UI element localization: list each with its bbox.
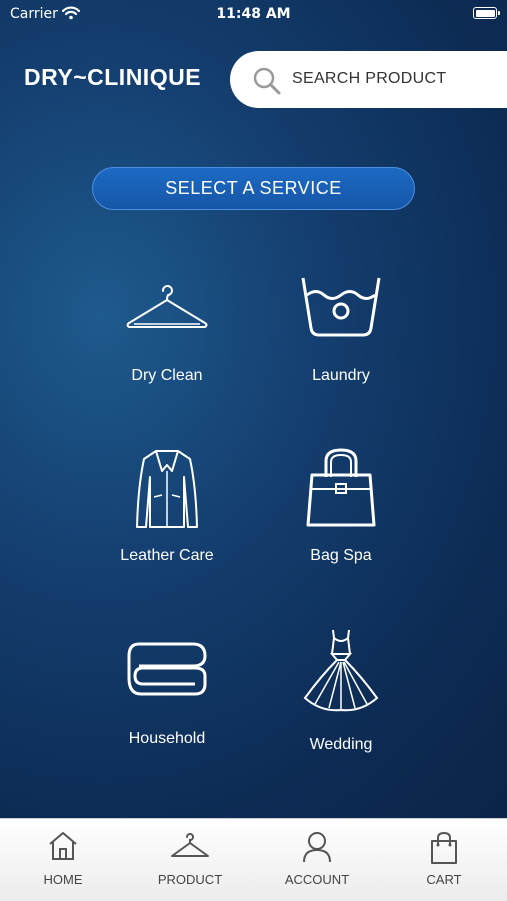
service-label: Wedding	[309, 736, 373, 753]
service-leather-care[interactable]: Leather Care	[92, 447, 242, 565]
shopping-bag-icon	[431, 831, 457, 864]
tab-label: HOME	[43, 872, 83, 887]
service-label: Dry Clean	[131, 367, 203, 384]
leather-jacket-icon	[136, 450, 198, 528]
service-bag-spa[interactable]: Bag Spa	[266, 447, 416, 565]
service-wedding[interactable]: Wedding	[266, 628, 416, 754]
tab-account[interactable]: ACCOUNT	[254, 819, 380, 901]
select-service-button[interactable]: SELECT A SERVICE	[92, 167, 415, 210]
hanger-icon	[171, 833, 209, 857]
service-household[interactable]: Household	[92, 640, 242, 748]
service-label: Leather Care	[120, 547, 214, 564]
service-label: Bag Spa	[310, 547, 372, 564]
service-dry-clean[interactable]: Dry Clean	[92, 282, 242, 385]
tab-label: PRODUCT	[157, 872, 223, 887]
app-logo: DRY~CLINIQUE	[24, 64, 202, 90]
wash-basin-icon	[301, 277, 381, 337]
tab-home[interactable]: HOME	[0, 819, 126, 901]
tab-label: ACCOUNT	[284, 872, 350, 887]
battery-icon	[473, 7, 500, 19]
search-icon	[253, 67, 281, 95]
user-icon	[303, 832, 331, 863]
home-icon	[49, 832, 77, 860]
service-laundry[interactable]: Laundry	[266, 275, 416, 385]
service-label: Household	[128, 730, 206, 747]
status-bar: Carrier 11:48 AM	[0, 0, 507, 30]
service-label: Laundry	[312, 367, 370, 384]
tab-label: CART	[426, 872, 462, 887]
hanger-icon	[126, 285, 208, 328]
tab-product[interactable]: PRODUCT	[127, 819, 253, 901]
folded-towel-icon	[127, 642, 207, 696]
tab-cart[interactable]: CART	[381, 819, 507, 901]
handbag-icon	[306, 448, 376, 527]
search-input[interactable]: SEARCH PRODUCT	[230, 51, 507, 108]
wedding-dress-icon	[303, 629, 379, 712]
search-placeholder: SEARCH PRODUCT	[292, 70, 447, 87]
tab-bar: HOME PRODUCT ACCOUNT CART	[0, 818, 507, 901]
clock: 11:48 AM	[216, 6, 291, 22]
